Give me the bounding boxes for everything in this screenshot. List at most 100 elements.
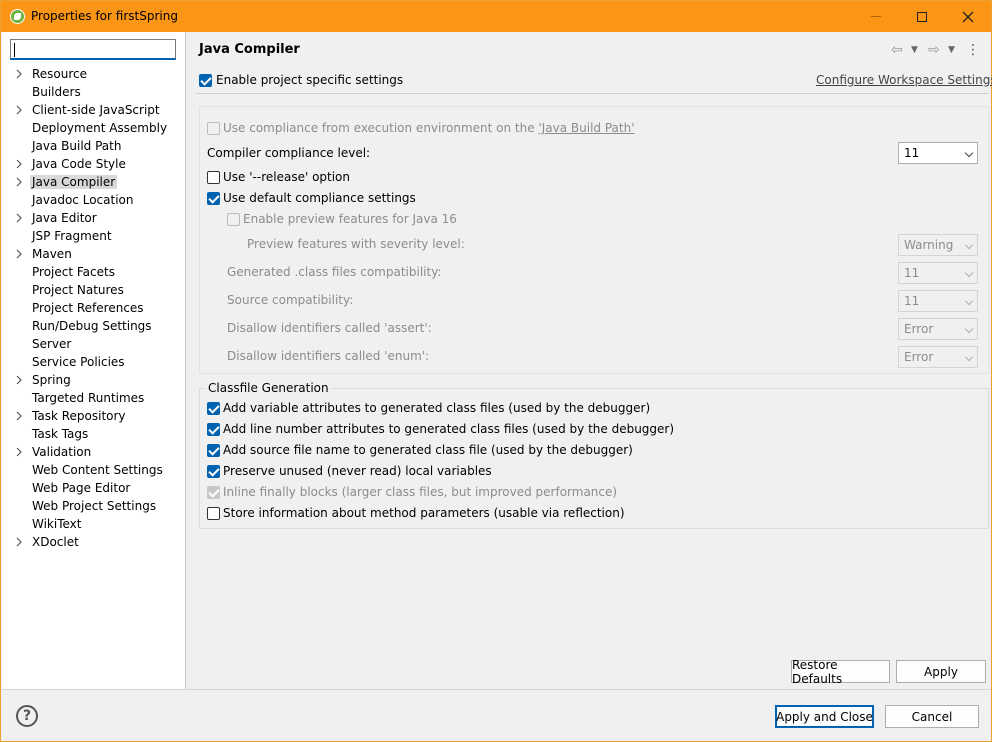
- help-icon[interactable]: ?: [16, 705, 38, 727]
- chevron-right-icon[interactable]: [14, 443, 24, 461]
- sidebar-item-label: Deployment Assembly: [32, 121, 168, 135]
- chevron-right-icon[interactable]: [14, 173, 24, 191]
- enable-project-specific-label: Enable project specific settings: [216, 73, 404, 87]
- compliance-level-label: Compiler compliance level:: [207, 146, 371, 160]
- sidebar-item[interactable]: Service Policies: [2, 353, 186, 371]
- sidebar-item[interactable]: Spring: [2, 371, 186, 389]
- sidebar-item[interactable]: Web Content Settings: [2, 461, 186, 479]
- chevron-down-icon: [964, 268, 974, 278]
- disallow-assert-value: Error: [904, 322, 934, 336]
- chevron-right-icon[interactable]: [14, 209, 24, 227]
- sidebar-item[interactable]: Maven: [2, 245, 186, 263]
- use-compliance-ee-checkbox[interactable]: [207, 122, 220, 135]
- configure-workspace-link[interactable]: Configure Workspace Settings...: [816, 73, 992, 87]
- sidebar-item[interactable]: Java Code Style: [2, 155, 186, 173]
- apply-and-close-button[interactable]: Apply and Close: [775, 705, 874, 728]
- sidebar-item[interactable]: Web Page Editor: [2, 479, 186, 497]
- minimize-button[interactable]: [853, 1, 899, 32]
- title-bar[interactable]: Properties for firstSpring: [1, 1, 991, 32]
- page-title: Java Compiler: [199, 42, 300, 57]
- preview-severity-label: Preview features with severity level:: [247, 237, 465, 251]
- chevron-down-icon: [964, 240, 974, 250]
- maximize-button[interactable]: [899, 1, 945, 32]
- filter-input[interactable]: [10, 39, 176, 60]
- chevron-right-icon[interactable]: [14, 101, 24, 119]
- sidebar-item-label: JSP Fragment: [32, 229, 112, 243]
- sidebar-item[interactable]: Java Build Path: [2, 137, 186, 155]
- back-menu-icon[interactable]: ▼: [911, 42, 918, 58]
- preview-severity-select[interactable]: Warning: [898, 234, 978, 256]
- sidebar-item[interactable]: Builders: [2, 83, 186, 101]
- enable-project-specific-checkbox[interactable]: [199, 74, 212, 87]
- sidebar-item[interactable]: Client-side JavaScript: [2, 101, 186, 119]
- sidebar-item-label: Project References: [32, 301, 144, 315]
- sidebar-item-label: WikiText: [32, 517, 82, 531]
- sidebar-item[interactable]: Project Facets: [2, 263, 186, 281]
- sidebar-item[interactable]: Javadoc Location: [2, 191, 186, 209]
- sidebar-item[interactable]: Server: [2, 335, 186, 353]
- use-compliance-ee-label: Use compliance from execution environmen…: [223, 121, 635, 135]
- sidebar-item[interactable]: Task Tags: [2, 425, 186, 443]
- dialog-button-bar: ? Apply and Close Cancel: [2, 689, 991, 741]
- sidebar-item[interactable]: Java Compiler: [2, 173, 186, 191]
- sidebar-item-label: Builders: [32, 85, 81, 99]
- classfile-option-checkbox[interactable]: [207, 423, 220, 436]
- classfile-option-checkbox[interactable]: [207, 486, 220, 499]
- classfile-option-label: Store information about method parameter…: [223, 506, 625, 520]
- disallow-assert-label: Disallow identifiers called 'assert':: [227, 321, 432, 335]
- sidebar-item[interactable]: Project References: [2, 299, 186, 317]
- sidebar-item[interactable]: Deployment Assembly: [2, 119, 186, 137]
- forward-arrow-icon[interactable]: ⇨: [928, 42, 940, 58]
- sidebar-item[interactable]: Targeted Runtimes: [2, 389, 186, 407]
- apply-button[interactable]: Apply: [896, 660, 986, 683]
- sidebar-item[interactable]: Task Repository: [2, 407, 186, 425]
- back-arrow-icon[interactable]: ⇦: [891, 42, 903, 58]
- disallow-enum-select[interactable]: Error: [898, 346, 978, 368]
- classfile-option-checkbox[interactable]: [207, 444, 220, 457]
- chevron-right-icon[interactable]: [14, 155, 24, 173]
- close-button[interactable]: [945, 1, 991, 32]
- enable-preview-checkbox[interactable]: [227, 213, 240, 226]
- sidebar-item[interactable]: WikiText: [2, 515, 186, 533]
- sidebar-item-label: Maven: [32, 247, 72, 261]
- classfile-option-checkbox[interactable]: [207, 465, 220, 478]
- use-compliance-ee-text: Use compliance from execution environmen…: [223, 121, 539, 135]
- use-default-compliance-label: Use default compliance settings: [223, 191, 416, 205]
- disallow-assert-select[interactable]: Error: [898, 318, 978, 340]
- compliance-level-value: 11: [904, 146, 920, 160]
- sidebar-item-label: Java Build Path: [32, 139, 122, 153]
- generated-compat-label: Generated .class files compatibility:: [227, 265, 442, 279]
- sidebar-item[interactable]: Run/Debug Settings: [2, 317, 186, 335]
- forward-menu-icon[interactable]: ▼: [948, 42, 955, 58]
- compliance-level-select[interactable]: 11: [898, 142, 978, 164]
- source-compat-select[interactable]: 11: [898, 290, 978, 312]
- cancel-button[interactable]: Cancel: [885, 705, 979, 728]
- use-release-checkbox[interactable]: [207, 171, 220, 184]
- use-default-compliance-checkbox[interactable]: [207, 192, 220, 205]
- sidebar-item-label: Task Tags: [32, 427, 89, 441]
- sidebar-item-label: Project Natures: [32, 283, 124, 297]
- sidebar-item[interactable]: Validation: [2, 443, 186, 461]
- classfile-option-checkbox[interactable]: [207, 402, 220, 415]
- java-build-path-link[interactable]: 'Java Build Path': [538, 121, 634, 135]
- chevron-right-icon[interactable]: [14, 407, 24, 425]
- restore-defaults-button[interactable]: Restore Defaults: [791, 658, 890, 686]
- sidebar-item[interactable]: JSP Fragment: [2, 227, 186, 245]
- generated-compat-select[interactable]: 11: [898, 262, 978, 284]
- sidebar-item-label: Web Content Settings: [32, 463, 163, 477]
- chevron-right-icon[interactable]: [14, 245, 24, 263]
- sidebar-item[interactable]: Project Natures: [2, 281, 186, 299]
- chevron-right-icon[interactable]: [14, 533, 24, 551]
- preference-tree-pane: Resource Builders Client-side JavaScript De…: [2, 32, 186, 689]
- view-menu-icon[interactable]: ⋮: [966, 42, 980, 58]
- classfile-option-checkbox[interactable]: [207, 507, 220, 520]
- sidebar-item-label: Web Page Editor: [32, 481, 131, 495]
- sidebar-item[interactable]: Web Project Settings: [2, 497, 186, 515]
- chevron-down-icon: [964, 148, 974, 158]
- window-title: Properties for firstSpring: [31, 9, 178, 23]
- chevron-right-icon[interactable]: [14, 371, 24, 389]
- sidebar-item[interactable]: Resource: [2, 65, 186, 83]
- chevron-right-icon[interactable]: [14, 65, 24, 83]
- sidebar-item[interactable]: XDoclet: [2, 533, 186, 551]
- sidebar-item[interactable]: Java Editor: [2, 209, 186, 227]
